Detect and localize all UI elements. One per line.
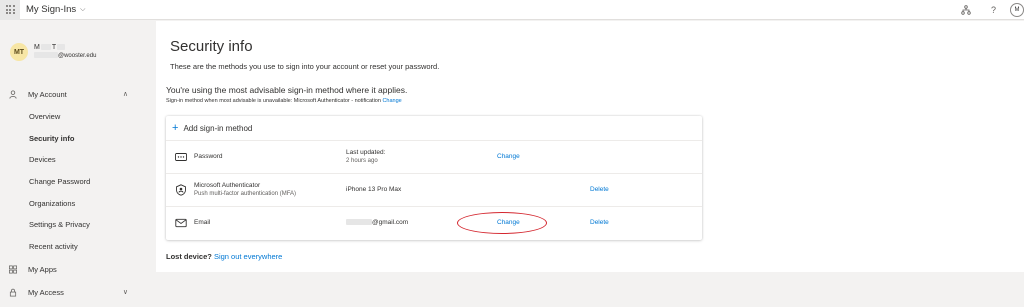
nav-item-organizations[interactable]: Organizations [29, 196, 75, 210]
lost-device-section: Lost device? Sign out everywhere [166, 252, 282, 261]
nav-my-apps[interactable]: My Apps [8, 262, 142, 276]
page-title: Security info [170, 38, 253, 55]
nav-item-devices[interactable]: Devices [29, 152, 56, 166]
plus-icon: + [172, 122, 179, 134]
authenticator-icon [176, 184, 186, 196]
nav-my-apps-label: My Apps [28, 264, 57, 274]
page-subtitle: These are the methods you use to sign in… [170, 62, 440, 71]
advisable-method-message: You're using the most advisable sign-in … [166, 85, 408, 95]
nav-my-access[interactable]: My Access ∨ [8, 285, 142, 299]
device-name: iPhone 13 Pro Max [346, 186, 402, 193]
main-content: Security info These are the methods you … [156, 21, 1024, 272]
delete-email-link[interactable]: Delete [590, 219, 609, 226]
advisable-note-text: Sign-in method when most advisable is un… [166, 98, 381, 104]
redaction [40, 44, 51, 51]
email-domain: @gmail.com [372, 219, 409, 226]
method-row-password: Password Last updated: 2 hours ago Chang… [166, 141, 702, 174]
method-name: Password [194, 153, 223, 160]
mail-icon [175, 218, 187, 228]
change-email-link[interactable]: Change [497, 219, 520, 226]
account-avatar[interactable]: M [1010, 3, 1024, 17]
profile-first-name: M [34, 44, 40, 51]
method-detail: Last updated: 2 hours ago [346, 149, 385, 165]
add-method-row: + Add sign-in method [166, 116, 702, 141]
chevron-down-icon: ⌵ [80, 5, 86, 13]
email-address: @gmail.com [346, 219, 408, 227]
lost-device-label: Lost device? [166, 252, 212, 261]
method-row-email: Email @gmail.com Change Delete [166, 207, 702, 240]
method-description: Push multi-factor authentication (MFA) [194, 191, 297, 197]
method-name: Email [194, 219, 211, 226]
lock-icon [9, 288, 17, 296]
app-title: My Sign-Ins [26, 4, 77, 15]
nav-item-security-info[interactable]: Security info [29, 131, 74, 145]
profile-email-domain: @wooster.edu [58, 53, 97, 59]
delete-authenticator-link[interactable]: Delete [590, 186, 609, 193]
method-title: Microsoft Authenticator [194, 182, 261, 189]
method-row-authenticator: Microsoft Authenticator Push multi-facto… [166, 174, 702, 207]
sign-in-methods-card: + Add sign-in method Password Last updat… [166, 116, 702, 240]
account-avatar-initial: M [1014, 7, 1020, 13]
apps-grid-icon [9, 265, 17, 273]
add-sign-in-method-label: Add sign-in method [183, 123, 253, 133]
app-launcher-icon[interactable] [0, 0, 20, 20]
organization-icon[interactable] [961, 5, 971, 15]
nav-item-change-password[interactable]: Change Password [29, 174, 90, 188]
profile-email: @wooster.edu [34, 52, 96, 61]
chevron-down-icon[interactable]: ∨ [123, 288, 128, 296]
avatar: MT [10, 43, 28, 61]
nav-item-settings-privacy[interactable]: Settings & Privacy [29, 217, 90, 231]
help-icon[interactable]: ? [991, 5, 996, 15]
add-sign-in-method-button[interactable]: + Add sign-in method [166, 116, 702, 140]
person-icon [9, 89, 17, 99]
sign-out-everywhere-link[interactable]: Sign out everywhere [214, 252, 282, 261]
change-password-link[interactable]: Change [497, 153, 520, 160]
profile-block: MT MT @wooster.edu [10, 43, 96, 61]
nav-my-account-label: My Account [28, 89, 67, 99]
sidebar: MT MT @wooster.edu My Account ∧ Overview… [0, 21, 150, 307]
redaction [34, 52, 58, 59]
advisable-method-note: Sign-in method when most advisable is un… [166, 98, 402, 104]
nav-my-access-label: My Access [28, 287, 64, 297]
profile-last-name: T [51, 44, 57, 51]
top-bar: My Sign-Ins ⌵ ? M [0, 0, 1024, 20]
chevron-up-icon[interactable]: ∧ [123, 90, 128, 98]
app-title-dropdown[interactable]: My Sign-Ins ⌵ [26, 4, 85, 15]
avatar-initials: MT [13, 48, 25, 56]
change-default-method-link[interactable]: Change [382, 98, 401, 104]
redaction [346, 219, 372, 226]
last-updated-value: 2 hours ago [346, 158, 378, 164]
nav-item-overview[interactable]: Overview [29, 109, 60, 123]
password-icon [175, 153, 187, 161]
redaction [57, 44, 66, 51]
nav-item-recent-activity[interactable]: Recent activity [29, 239, 78, 253]
last-updated-label: Last updated: [346, 149, 386, 156]
profile-name: MT [34, 43, 96, 52]
nav-my-account[interactable]: My Account ∧ [8, 87, 142, 101]
method-name: Microsoft Authenticator Push multi-facto… [194, 182, 296, 198]
